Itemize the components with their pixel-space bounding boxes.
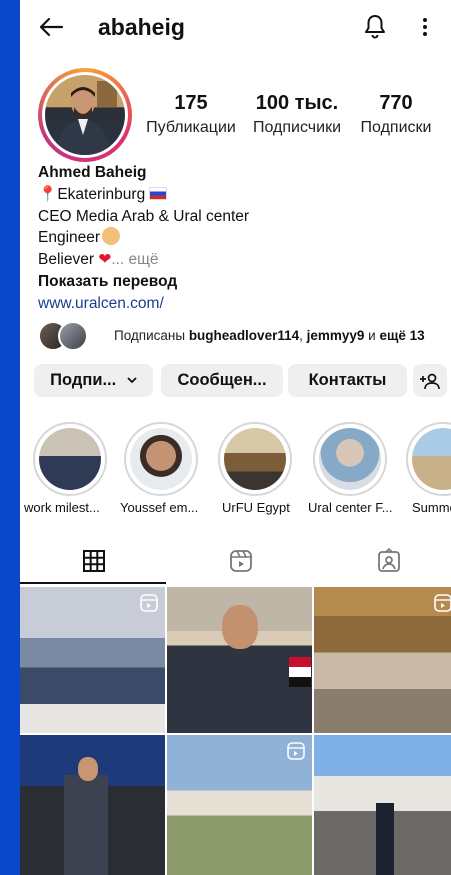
- bio-line-4: Believer: [38, 251, 94, 269]
- followers-stat[interactable]: 100 тыс. Подписчики: [246, 92, 348, 137]
- followed-by-user[interactable]: jemmyy9: [307, 328, 365, 343]
- followers-count: 100 тыс.: [255, 92, 339, 114]
- bio-line-2: CEO Media Arab & Ural center: [38, 207, 250, 225]
- message-button[interactable]: Сообщен...: [161, 364, 283, 397]
- back-arrow-icon[interactable]: [38, 14, 64, 40]
- grid-posts-tab-icon[interactable]: [81, 548, 107, 574]
- post-thumbnail[interactable]: [167, 735, 312, 875]
- highlight-label: Youssef em...: [120, 500, 199, 515]
- followed-by-separator: ,: [299, 328, 307, 343]
- reels-tab-icon[interactable]: [228, 548, 254, 574]
- profile-website-link[interactable]: www.uralcen.com/: [38, 293, 448, 315]
- russia-flag-icon: [149, 186, 168, 200]
- post-thumbnail[interactable]: [314, 587, 451, 733]
- highlight-item[interactable]: [312, 422, 388, 496]
- profile-screen: abaheig 175 Публикации 100 тыс. Подписчи…: [20, 0, 451, 875]
- add-person-icon: [420, 373, 440, 390]
- followed-by-rest[interactable]: ещё 13: [379, 328, 424, 343]
- notifications-bell-icon[interactable]: [363, 13, 387, 39]
- highlight-item[interactable]: [32, 422, 108, 496]
- bio-location-line: 📍Ekaterinburg: [38, 184, 448, 206]
- pin-icon: 📍: [38, 185, 58, 203]
- followed-by-user[interactable]: bugheadlover114: [189, 328, 299, 343]
- following-label: Подписки: [360, 119, 432, 136]
- tagged-tab-icon[interactable]: [376, 548, 402, 574]
- active-tab-indicator: [20, 582, 166, 584]
- followed-by-row[interactable]: Подписаны bugheadlover114, jemmyy9 и ещё…: [38, 321, 448, 351]
- following-button-label: Подпи...: [50, 371, 117, 389]
- bio-location: Ekaterinburg: [57, 185, 146, 203]
- reel-icon: [140, 594, 158, 612]
- profile-full-name: Ahmed Baheig: [38, 164, 147, 181]
- suggested-users-button[interactable]: [413, 364, 447, 397]
- followed-by-prefix: Подписаны: [114, 328, 189, 343]
- followers-label: Подписчики: [252, 119, 341, 136]
- post-thumbnail[interactable]: [20, 587, 165, 733]
- engineer-emoji-icon: [102, 227, 121, 246]
- following-stat[interactable]: 770 Подписки: [356, 92, 436, 137]
- following-count: 770: [379, 92, 413, 114]
- highlight-label: Ural center F...: [308, 500, 393, 515]
- posts-label: Публикации: [146, 119, 236, 136]
- contacts-button-label: Контакты: [308, 371, 387, 389]
- bio-more-link[interactable]: ... ещё: [111, 251, 158, 268]
- post-thumbnail[interactable]: [167, 587, 312, 733]
- heart-icon: ❤: [98, 251, 112, 269]
- profile-avatar[interactable]: [38, 68, 132, 162]
- followed-by-and: и: [364, 328, 380, 343]
- profile-tabs: [20, 540, 451, 586]
- highlight-item[interactable]: [405, 422, 451, 496]
- highlight-label: UrFU Egypt: [222, 500, 290, 515]
- highlight-item[interactable]: [123, 422, 199, 496]
- chevron-down-icon: [127, 377, 137, 384]
- profile-username: abaheig: [98, 14, 185, 40]
- highlight-label: work milest...: [24, 500, 100, 515]
- message-button-label: Сообщен...: [177, 371, 267, 389]
- following-button[interactable]: Подпи...: [34, 364, 153, 397]
- posts-stat[interactable]: 175 Публикации: [146, 92, 236, 137]
- profile-bio: Ahmed Baheig 📍Ekaterinburg CEO Media Ara…: [38, 162, 448, 315]
- post-thumbnail[interactable]: [20, 735, 165, 875]
- contacts-button[interactable]: Контакты: [288, 364, 407, 397]
- show-translation-link[interactable]: Показать перевод: [38, 271, 448, 293]
- bio-line-3: Engineer: [38, 229, 101, 247]
- follower-avatar: [58, 321, 88, 351]
- bio-line-4-row: Believer ❤... ещё: [38, 249, 448, 271]
- highlight-label: Summe: [412, 500, 451, 515]
- reel-icon: [287, 742, 305, 760]
- followed-by-text: Подписаны bugheadlover114, jemmyy9 и ещё…: [114, 328, 425, 343]
- top-bar: abaheig: [20, 0, 451, 56]
- reel-icon: [434, 594, 451, 612]
- highlight-item[interactable]: [217, 422, 293, 496]
- bio-line-3-row: Engineer: [38, 227, 448, 249]
- posts-count: 175: [174, 92, 208, 114]
- more-options-icon[interactable]: [418, 14, 432, 40]
- post-thumbnail[interactable]: [314, 735, 451, 875]
